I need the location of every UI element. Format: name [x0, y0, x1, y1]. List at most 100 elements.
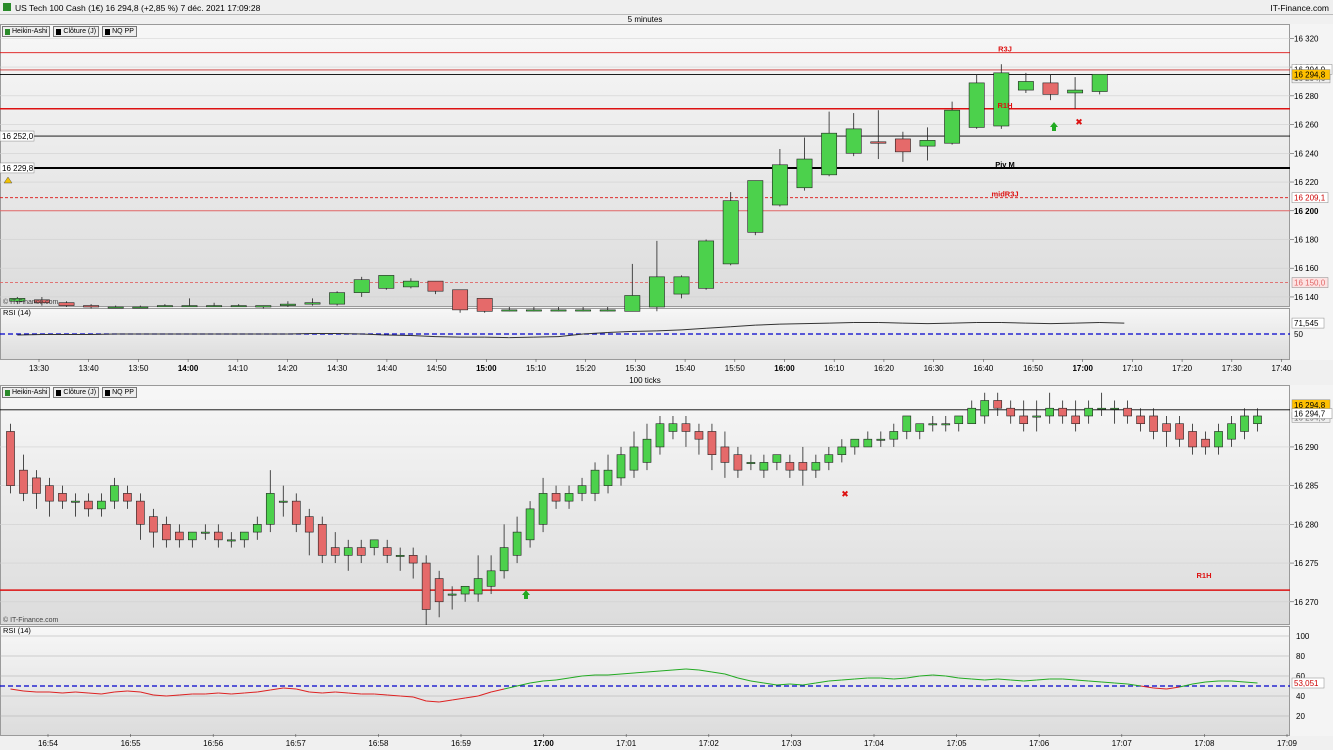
c2-candle-body — [1097, 407, 1106, 410]
c1-level-label-pivm: Piv M — [995, 160, 1015, 169]
c2-ytick-label: 16 290 — [1294, 443, 1319, 452]
c1-rsi-label: RSI (14) — [3, 308, 31, 317]
c2-rsi-segment — [1231, 680, 1245, 683]
c1-rsi-segment — [730, 324, 756, 328]
c2-rsi-ytick-label: 100 — [1296, 632, 1310, 641]
c2-rsi-label: RSI (14) — [3, 626, 31, 635]
c1-candle-body — [1091, 73, 1108, 92]
c2-candle-body — [1136, 415, 1145, 425]
c1-xtick-label: 15:50 — [725, 364, 746, 373]
c1-candle-body — [1042, 82, 1059, 95]
c2-candle-body — [1058, 407, 1067, 417]
c2-candle-body — [551, 493, 561, 502]
c1-ytick-label: 16 140 — [1294, 293, 1319, 302]
c2-rsi-segment — [711, 671, 726, 675]
c2-xtick-label: 17:07 — [1112, 739, 1133, 748]
c2-rsi-segment — [737, 677, 752, 682]
c2-rsi-segment — [1010, 679, 1024, 682]
c1-rsi-segment — [386, 334, 411, 337]
c1-ytick-label: 16 160 — [1294, 264, 1319, 273]
c2-buy-arrow-icon — [522, 590, 530, 599]
c2-candle-body — [824, 454, 834, 463]
c2-candle-body — [1240, 415, 1249, 432]
c2-candle-body — [1019, 415, 1029, 425]
c2-candle-body — [486, 570, 496, 587]
c2-candle-body — [421, 562, 431, 610]
c2-rsi-segment — [880, 677, 894, 680]
c2-candle-body — [188, 531, 197, 541]
c2-ytick-label: 16 285 — [1294, 482, 1319, 491]
c1-ytick-label: 16 200 — [1294, 207, 1319, 216]
c2-candle-body — [1110, 407, 1119, 410]
c1-candle-body — [329, 292, 346, 305]
c2-ytick-label: 16 280 — [1294, 520, 1319, 529]
c1-candle-body — [255, 305, 272, 308]
c2-candle-body — [720, 446, 730, 463]
c2-xtick-label: 17:01 — [616, 739, 637, 748]
c1-rsi-segment — [927, 322, 953, 325]
c2-xtick-label: 16:55 — [121, 739, 142, 748]
c1-ytick-label: 16 220 — [1294, 178, 1319, 187]
c1-candle-body — [1017, 81, 1034, 91]
c2-candle-body — [201, 531, 210, 534]
c2-rsi-segment — [841, 678, 855, 681]
c2-candle-body — [1175, 423, 1184, 440]
c2-candle-body — [460, 585, 470, 595]
c1-xtick-label: 14:20 — [277, 364, 298, 373]
c2-rsi-segment — [1062, 678, 1076, 681]
c2-ytick-label: 16 275 — [1294, 559, 1319, 568]
c2-xtick-label: 17:04 — [864, 739, 885, 748]
c1-xtick-label: 16:30 — [924, 364, 945, 373]
c1-ytick-label: 16 260 — [1294, 121, 1319, 130]
c1-rsi-segment — [755, 323, 780, 326]
c2-candle-body — [863, 438, 873, 448]
c1-candle-body — [648, 276, 665, 308]
c2-candle-body — [252, 524, 262, 533]
c2-rsi-segment — [114, 690, 128, 693]
c1-xtick-label: 14:30 — [327, 364, 348, 373]
c1-xtick-label: 16:10 — [824, 364, 845, 373]
c1-candle-body — [206, 305, 223, 308]
c1-candle-body — [993, 72, 1010, 127]
c2-candle-body — [941, 423, 951, 426]
c2-rsi-segment — [1166, 686, 1180, 690]
c1-rsi-segment — [804, 322, 830, 325]
c1-candle-body — [181, 305, 198, 308]
c2-xtick-label: 16:54 — [38, 739, 59, 748]
c2-xtick-label: 17:06 — [1029, 739, 1050, 748]
c1-xtick-label: 16:20 — [874, 364, 895, 373]
c1-candle-body — [501, 309, 518, 312]
c1-rsi-segment — [779, 323, 805, 325]
c2-candle-body — [97, 500, 106, 510]
c1-candle-body — [599, 309, 616, 312]
c2-candle-body — [850, 438, 860, 448]
c2-candle-body — [629, 446, 639, 471]
c1-candle-body — [304, 302, 321, 305]
c2-rsi-segment — [75, 691, 89, 694]
c2-candle-body — [19, 469, 28, 494]
c1-xtick-label: 14:50 — [427, 364, 448, 373]
c2-rsi-segment — [672, 668, 686, 671]
c2-candle-body — [343, 547, 353, 556]
c1-candle-body — [1067, 89, 1084, 94]
c1-xtick-label: 17:40 — [1271, 364, 1292, 373]
c1-xtick-label: 14:00 — [178, 364, 199, 373]
c2-candle-body — [1227, 423, 1236, 440]
c2-rsi-segment — [607, 673, 622, 676]
c2-rsi-segment — [244, 691, 258, 694]
c1-candle-body — [156, 305, 173, 308]
c2-rsi-segment — [776, 683, 790, 686]
c2-candle-body — [110, 485, 119, 502]
c1-xtick-label: 17:10 — [1122, 364, 1143, 373]
c1-candle-body — [279, 303, 296, 306]
c2-candle-body — [214, 531, 223, 541]
c2-candle-body — [733, 454, 743, 471]
c1-rsi-segment — [902, 322, 928, 325]
c1-alert-bell-icon — [3, 176, 13, 184]
c1-candle-body — [378, 275, 395, 289]
c1-level-label-midr3j: midR3J — [991, 190, 1018, 199]
c1-tag-low: 16 150,0 — [1294, 279, 1326, 288]
c1-candle-body — [132, 306, 149, 309]
c2-rsi-segment — [348, 692, 362, 695]
c1-candle-body — [58, 302, 75, 306]
